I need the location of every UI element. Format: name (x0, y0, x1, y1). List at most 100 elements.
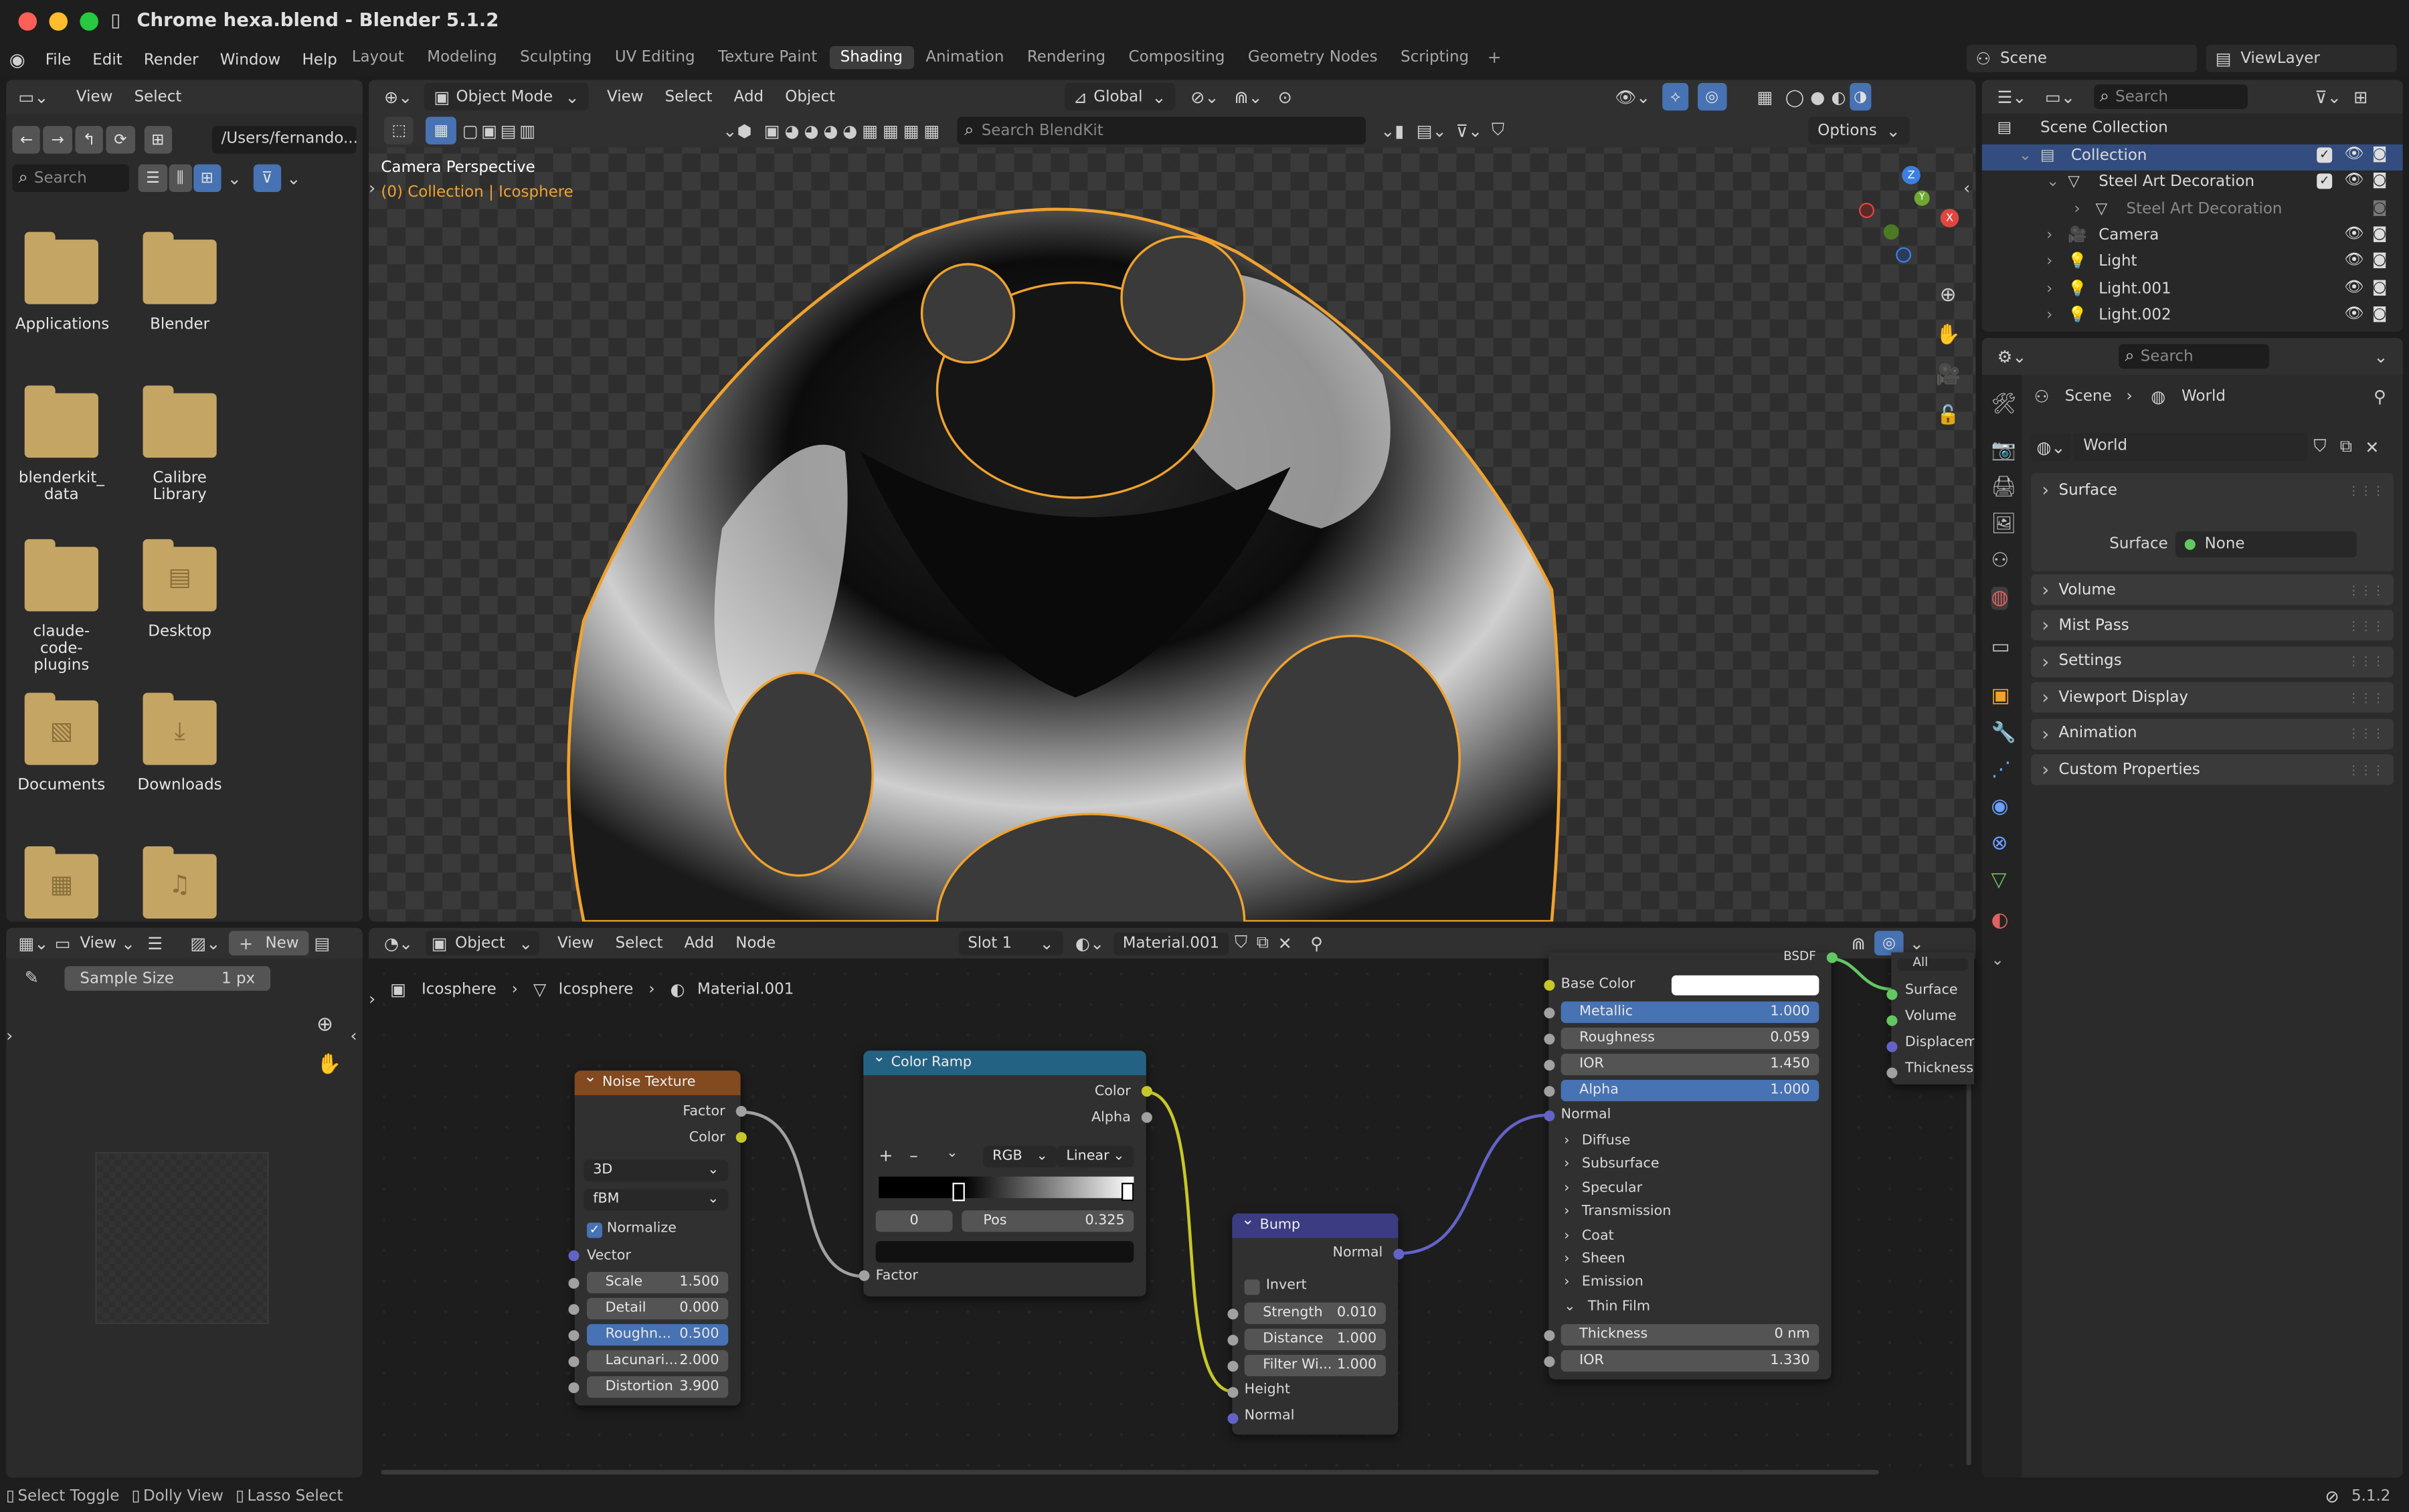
bump-input-socket[interactable] (1227, 1335, 1239, 1346)
noise-out-factor: Factor (683, 1104, 725, 1120)
ramp-add-stop-icon[interactable]: + (879, 1146, 893, 1166)
noise-input-socket[interactable] (568, 1356, 579, 1367)
bump-node[interactable]: Bump Normal Invert Strength0.010 Distance… (1232, 1212, 1399, 1435)
ramp-color-socket[interactable] (1141, 1086, 1152, 1097)
bsdf-input-socket[interactable] (1544, 1086, 1555, 1097)
bump-in-normal: Normal (1244, 1408, 1295, 1424)
ramp-alpha-socket[interactable] (1141, 1112, 1152, 1123)
noise-vector-socket[interactable] (568, 1250, 579, 1261)
bsdf-subpanel[interactable]: › Sheen (1564, 1252, 1625, 1267)
link-bsdf-to-output (1828, 957, 1893, 991)
link-normal-to-bsdf (1398, 1113, 1549, 1255)
bsdf-subpanel[interactable]: › Emission (1564, 1275, 1643, 1291)
output-input-socket[interactable] (1886, 989, 1898, 1000)
ramp-gradient[interactable] (879, 1176, 1134, 1198)
noise-in-vector: Vector (587, 1248, 631, 1264)
version-label: 5.1.2 (2351, 1487, 2391, 1505)
invert-checkbox[interactable] (1244, 1279, 1260, 1295)
bsdf-input-socket[interactable] (1544, 1060, 1555, 1071)
noise-input-socket[interactable] (568, 1330, 579, 1341)
output-socket-label: Displaceme (1904, 1035, 1974, 1051)
bump-normal-in-socket[interactable] (1227, 1413, 1239, 1424)
noise-field[interactable]: Roughn... 0.500 (587, 1324, 729, 1346)
bump-field[interactable]: Distance 1.000 (1244, 1328, 1386, 1351)
bump-input-socket[interactable] (1227, 1361, 1239, 1372)
bsdf-subpanel[interactable]: › Transmission (1564, 1204, 1671, 1220)
bsdf-input-socket[interactable] (1544, 1330, 1555, 1341)
noise-type-dropdown[interactable]: fBM ⌄ (584, 1189, 729, 1211)
bsdf-out-socket[interactable] (1826, 952, 1838, 963)
bsdf-thin-film-field[interactable]: IOR 1.330 (1560, 1350, 1819, 1372)
bsdf-field[interactable]: Roughness 0.059 (1560, 1027, 1819, 1050)
ramp-factor-socket[interactable] (859, 1270, 870, 1281)
bsdf-base-color-label: Base Color (1560, 977, 1635, 993)
ramp-node-header[interactable]: Color Ramp (863, 1049, 1146, 1076)
noise-color-socket[interactable] (735, 1132, 747, 1143)
noise-input-socket[interactable] (568, 1304, 579, 1315)
ramp-menu-icon[interactable]: ⌄ (946, 1146, 958, 1161)
color-ramp-node[interactable]: Color Ramp Color Alpha + – ⌄ RGB⌄ Linear… (863, 1049, 1146, 1297)
bsdf-thin-film-field[interactable]: Thickness 0 nm (1560, 1324, 1819, 1346)
bsdf-input-socket[interactable] (1544, 1008, 1555, 1019)
bump-node-header[interactable]: Bump (1232, 1212, 1399, 1238)
bsdf-out-label: BSDF (1783, 949, 1816, 963)
bump-field[interactable]: Filter Wi... 1.000 (1244, 1354, 1386, 1377)
noise-dimensions-dropdown[interactable]: 3D ⌄ (584, 1159, 729, 1182)
bsdf-field[interactable]: Alpha 1.000 (1560, 1080, 1819, 1102)
material-output-node[interactable]: All Surface Volume Displaceme Thickness (1891, 952, 1975, 1084)
mouse-right-icon: ▯ (236, 1487, 244, 1505)
base-color-swatch[interactable] (1671, 975, 1819, 996)
principled-bsdf-node[interactable]: BSDF Base Color Metallic 1.000 Roughness 0.… (1548, 949, 1832, 1380)
ramp-in-factor: Factor (875, 1268, 918, 1285)
ramp-pos-field[interactable]: Pos 0.325 (962, 1210, 1134, 1232)
noise-input-socket[interactable] (568, 1382, 579, 1394)
node-links (740, 957, 1893, 1394)
ramp-stop-white[interactable] (1122, 1182, 1134, 1202)
noise-field[interactable]: Scale 1.500 (587, 1272, 729, 1294)
ramp-stop-index-field[interactable]: 0 (875, 1210, 953, 1232)
bsdf-subpanel[interactable]: ⌄ Thin Film (1564, 1299, 1650, 1315)
bsdf-field[interactable]: IOR 1.450 (1560, 1053, 1819, 1076)
bsdf-subpanel[interactable]: › Diffuse (1564, 1133, 1630, 1149)
bsdf-field[interactable]: Metallic 1.000 (1560, 1001, 1819, 1024)
ramp-stop-black[interactable] (952, 1182, 965, 1202)
bsdf-input-socket[interactable] (1544, 1034, 1555, 1045)
noise-field[interactable]: Detail 0.000 (587, 1298, 729, 1320)
bump-field[interactable]: Strength 0.010 (1244, 1302, 1386, 1325)
bump-height-socket[interactable] (1227, 1387, 1239, 1398)
bsdf-subpanel[interactable]: › Subsurface (1564, 1157, 1659, 1173)
noise-texture-node[interactable]: Noise Texture Factor Color 3D⌄ fBM⌄ ✓ No… (574, 1069, 741, 1406)
bsdf-subpanel[interactable]: › Specular (1564, 1181, 1642, 1196)
bsdf-input-socket[interactable] (1544, 1356, 1555, 1367)
ramp-color-mode-dropdown[interactable]: RGB ⌄ (983, 1145, 1057, 1167)
bump-out-normal: Normal (1332, 1245, 1383, 1261)
output-input-socket[interactable] (1886, 1041, 1898, 1052)
bsdf-base-color-socket[interactable] (1544, 979, 1555, 991)
noise-field[interactable]: Distortion 3.900 (587, 1376, 729, 1398)
bump-normal-out-socket[interactable] (1393, 1248, 1405, 1260)
bsdf-subpanel[interactable]: › Coat (1564, 1228, 1614, 1244)
output-input-socket[interactable] (1886, 1015, 1898, 1026)
noise-factor-socket[interactable] (735, 1106, 747, 1117)
noise-node-header[interactable]: Noise Texture (574, 1069, 741, 1095)
status-bar: ▯ Select Toggle ▯ Dolly View ▯ Lasso Sel… (0, 1481, 2409, 1512)
noise-field[interactable]: Lacunari... 2.000 (587, 1350, 729, 1372)
ramp-stop-color-field[interactable] (875, 1241, 1134, 1263)
bump-in-height: Height (1244, 1382, 1291, 1398)
output-target[interactable]: All (1912, 955, 1928, 969)
bump-input-socket[interactable] (1227, 1309, 1239, 1320)
status-select-toggle: Select Toggle (17, 1487, 120, 1505)
ramp-remove-stop-icon[interactable]: – (909, 1146, 918, 1166)
ramp-out-alpha: Alpha (1091, 1110, 1131, 1126)
bsdf-normal-socket[interactable] (1544, 1110, 1555, 1122)
mouse-middle-icon: ▯ (131, 1487, 141, 1505)
output-socket-label: Thickness (1904, 1061, 1974, 1077)
output-input-socket[interactable] (1886, 1067, 1898, 1078)
ramp-interpolation-dropdown[interactable]: Linear ⌄ (1057, 1145, 1134, 1167)
mouse-left-icon: ▯ (6, 1487, 15, 1505)
ramp-out-color: Color (1094, 1084, 1131, 1100)
normalize-checkbox[interactable]: ✓ (587, 1222, 602, 1238)
noise-input-socket[interactable] (568, 1278, 579, 1289)
output-socket-label: Surface (1904, 983, 1958, 999)
noise-out-color: Color (689, 1130, 725, 1146)
